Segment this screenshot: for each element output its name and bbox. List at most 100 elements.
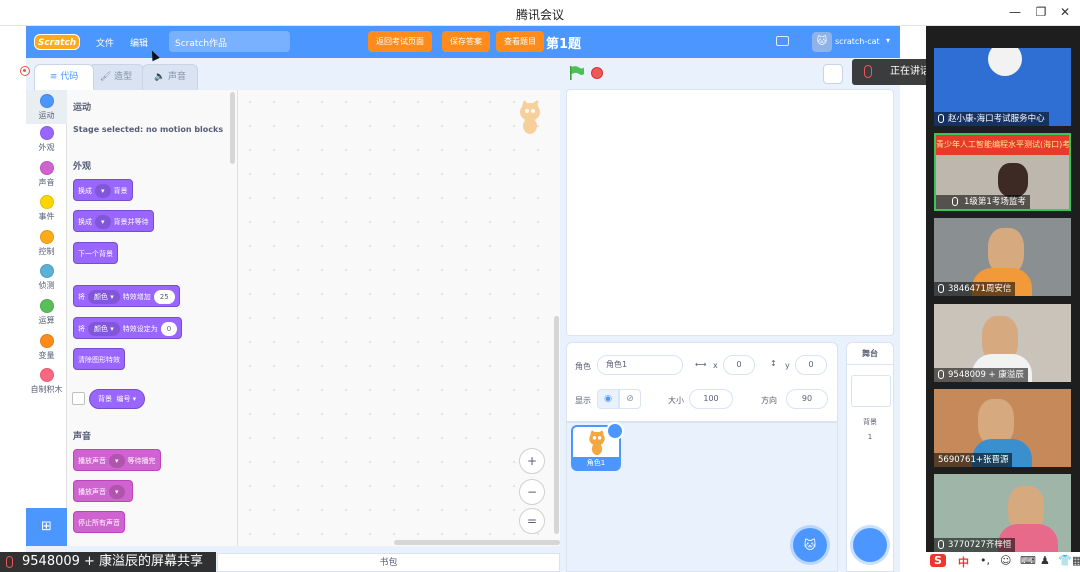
tab-costumes[interactable]: 🖌 造型 [88,64,144,90]
zoom-reset-button[interactable]: = [519,508,545,534]
direction-label: 方向 [761,396,777,405]
block-next-backdrop[interactable]: 下一个背景 [73,242,118,264]
participant-tile[interactable]: 赵小康-海口考试服务中心 [934,48,1071,126]
stage-canvas[interactable] [566,89,894,336]
dropdown-icon[interactable]: ▾ [95,184,111,198]
sound-dot-icon [39,161,54,175]
mic-muted-icon [6,556,13,568]
tab-sounds[interactable]: 🔈 声音 [142,64,198,90]
edit-menu[interactable]: 编辑 [130,36,148,49]
block-play-sound-until-done[interactable]: 播放声音 ▾ 等待播完 [73,449,161,471]
effect-dropdown[interactable]: 颜色 ▾ [88,322,120,336]
save-answer-button[interactable]: 保存答案 [442,31,490,52]
palette-motion-title: 运动 [73,103,92,113]
window-title: 腾讯会议 [515,8,564,22]
effect-set-value[interactable]: 0 [160,322,178,336]
palette-sound-title: 声音 [73,432,92,442]
punctuation-icon[interactable]: •, [980,554,990,567]
stop-icon[interactable] [591,67,603,79]
category-sensing[interactable]: 侦测 [26,264,67,291]
category-motion[interactable]: 运动 [26,90,67,124]
participant-tile[interactable]: 3846471周安信 [934,218,1071,296]
dropdown-icon[interactable]: ▾ [109,454,125,468]
zoom-in-button[interactable]: + [519,448,545,474]
file-menu[interactable]: 文件 [96,36,114,49]
keyboard-icon[interactable]: ⌨ [1020,554,1036,567]
backpack-bar[interactable]: 书包 [217,553,560,572]
user-icon[interactable]: ♟ [1040,554,1050,567]
category-sound[interactable]: 声音 [26,161,67,188]
dropdown-icon[interactable]: ▾ [109,485,125,499]
participant-tile[interactable]: 3770727齐梓恒 [934,474,1071,552]
avatar [998,163,1028,197]
small-stage-button[interactable] [823,64,843,84]
x-label: x [713,361,718,370]
skin-icon[interactable]: 👕 [1058,554,1072,567]
category-looks[interactable]: 外观 [26,126,67,153]
add-sprite-button[interactable]: 🐱 [793,528,827,562]
participant-name: 9548009 + 康溢辰 [934,368,1028,382]
dropdown-icon[interactable]: ▾ [95,215,111,229]
reporter-checkbox[interactable] [72,392,85,405]
direction-input[interactable]: 90 [786,389,828,409]
add-extension-button[interactable]: ⊞ [26,508,67,546]
participant-tile[interactable]: 5690761+张晋源 [934,389,1071,467]
category-events[interactable]: 事件 [26,195,67,222]
y-input[interactable]: 0 [795,355,827,375]
green-flag-icon[interactable] [569,66,585,80]
tab-code[interactable]: ≡ 代码 [34,64,94,90]
category-my-blocks[interactable]: 自制积木 [26,368,67,395]
project-title-input[interactable]: Scratch作品 [169,31,290,52]
sogou-logo-icon[interactable]: S [930,554,946,567]
emoji-icon[interactable]: ☺ [1000,554,1011,567]
stage-thumbnail[interactable] [851,375,891,407]
category-operators[interactable]: 运算 [26,299,67,326]
code-workspace[interactable] [238,90,560,546]
backdrop-count: 1 [867,433,873,441]
block-set-effect[interactable]: 将颜色 ▾ 特效设定为 0 [73,317,183,339]
minimize-button[interactable]: — [1006,4,1024,20]
restore-button[interactable]: ❐ [1032,4,1050,20]
effect-dropdown[interactable]: 颜色 ▾ [88,290,120,304]
block-switch-backdrop[interactable]: 换成 ▾ 背景 [73,179,133,201]
workspace-vscrollbar[interactable] [554,316,559,534]
chevron-down-icon[interactable]: ▾ [886,36,890,45]
hide-eye-icon[interactable]: ⊘ [619,389,641,409]
zoom-out-button[interactable]: − [519,479,545,505]
block-backdrop-number[interactable]: 背景 编号 ▾ [89,389,146,409]
size-input[interactable]: 100 [689,389,733,409]
x-input[interactable]: 0 [723,355,755,375]
scratch-logo[interactable]: Scratch [34,34,80,50]
sprite-delete-button[interactable] [606,422,624,440]
block-switch-backdrop-wait[interactable]: 换成 ▾ 背景并等待 [73,210,154,232]
add-extension-icon: ⊞ [41,519,52,534]
palette-scrollbar[interactable] [230,92,235,164]
user-name[interactable]: scratch-cat [835,37,880,46]
category-variables[interactable]: 变量 [26,334,67,361]
sprite-watermark-icon [520,100,540,134]
folder-icon[interactable] [776,36,789,46]
view-question-button[interactable]: 查看题目 [496,31,544,52]
participant-tile[interactable]: 青少年人工智能编程水平测试(海口)考场 1级第1考场监考 [934,133,1071,211]
effect-change-value[interactable]: 25 [153,290,175,304]
window-titlebar: 腾讯会议 — ❐ ✕ [0,0,1080,26]
workspace-hscrollbar[interactable] [394,540,560,545]
recording-icon [20,66,30,76]
scratch-editor: Scratch 文件 编辑 Scratch作品 返回考试页面 保存答案 查看题目… [26,26,900,572]
exam-banner: 青少年人工智能编程水平测试(海口)考场 [936,135,1069,155]
block-clear-effects[interactable]: 清除图形特效 [73,348,125,370]
block-change-effect[interactable]: 将颜色 ▾ 特效增加 25 [73,285,180,307]
block-stop-all-sounds[interactable]: 停止所有声音 [73,511,125,533]
block-start-sound[interactable]: 播放声音 ▾ [73,480,133,502]
close-button[interactable]: ✕ [1056,4,1074,20]
category-control[interactable]: 控制 [26,230,67,257]
user-avatar-icon[interactable]: 🐱 [812,32,832,52]
participant-tile[interactable]: 9548009 + 康溢辰 [934,304,1071,382]
add-backdrop-button[interactable] [853,528,887,562]
chinese-mode-icon[interactable]: 中 [958,554,969,570]
show-eye-icon[interactable]: ◉ [597,389,619,409]
back-to-exam-button[interactable]: 返回考试页面 [368,31,432,52]
grid-icon[interactable]: ▦ [1072,554,1080,567]
sprite-name-input[interactable]: 角色1 [597,355,683,375]
category-menu: 运动 外观 声音 事件 控制 侦测 运算 变量 自制积木 [26,90,67,534]
